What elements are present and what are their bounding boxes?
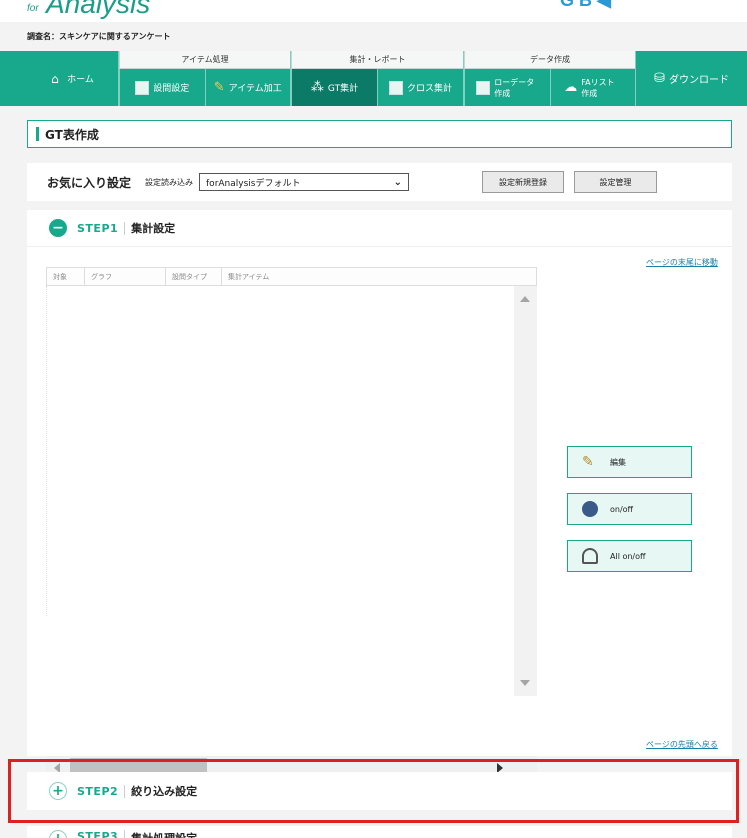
all-onoff-button-label: All on/off	[610, 551, 646, 561]
vertical-scrollbar[interactable]	[514, 286, 537, 696]
edit-button[interactable]: ✎ 編集	[567, 446, 692, 478]
pencil-icon: ✎	[213, 80, 225, 95]
home-icon: ⌂	[51, 71, 59, 86]
scroll-down-icon[interactable]	[520, 680, 530, 686]
nav-group-data: データ作成 ローデータ作成 ☁ FAリスト作成	[464, 51, 636, 106]
step1-title: 集計設定	[131, 222, 176, 235]
nav-download-label: ダウンロード	[668, 75, 729, 86]
nav-group-title: データ作成	[464, 51, 635, 69]
nav-home-label: ホーム	[67, 75, 94, 85]
step3-title: 集計処理設定	[131, 830, 197, 838]
survey-name: 調査名：スキンケアに関するアンケート	[27, 32, 171, 41]
onoff-button[interactable]: on/off	[567, 493, 692, 525]
fa-list-icon: ☁	[564, 80, 578, 95]
toggle-onoff-icon	[582, 501, 598, 517]
step1-header[interactable]: − STEP1 集計設定	[27, 210, 732, 247]
top-header: for Analysis G B ◀	[0, 0, 747, 22]
gt-chart-icon: ⁂	[310, 80, 324, 95]
chevron-down-icon: ⌄	[393, 176, 403, 188]
settings-select[interactable]: forAnalysisデフォルト ⌄	[199, 173, 410, 191]
step1-panel: − STEP1 集計設定 ページの末尾に移動 対象 グラフ 設問タイプ 集計アイ…	[27, 210, 732, 780]
step3-panel[interactable]: + STEP3 集計処理設定	[27, 826, 732, 838]
all-toggle-icon	[582, 548, 598, 564]
raw-data-icon	[476, 80, 491, 95]
manage-settings-button[interactable]: 設定管理	[574, 171, 657, 193]
main-nav: ⌂ ホーム アイテム処理 設問設定 ✎ アイテム加工 集計・レポート ⁂ GT集…	[0, 51, 747, 106]
nav-home-button[interactable]: ⌂ ホーム	[27, 51, 119, 106]
nav-item-label: 設問設定	[153, 84, 190, 94]
nav-download-button[interactable]: ⛁ ダウンロード	[636, 51, 747, 106]
nav-item-processing[interactable]: ✎ アイテム加工	[204, 69, 291, 106]
collapse-icon[interactable]: −	[49, 219, 67, 237]
settings-select-value: forAnalysisデフォルト	[206, 178, 301, 189]
step1-label: STEP1	[77, 221, 126, 235]
nav-fa-list[interactable]: ☁ FAリスト作成	[549, 69, 636, 106]
scroll-up-icon[interactable]	[520, 296, 530, 302]
logo-for-text: for	[27, 3, 39, 14]
edit-button-label: 編集	[610, 457, 626, 467]
download-icon: ⛁	[654, 71, 665, 86]
nav-item-label: アイテム加工	[228, 84, 282, 94]
nav-item-label: クロス集計	[406, 84, 452, 94]
question-settings-icon	[135, 80, 150, 95]
nav-item-label: ローデータ作成	[494, 77, 535, 98]
back-to-top-link[interactable]: ページの先頭へ戻る	[646, 739, 718, 750]
highlight-box	[8, 759, 739, 823]
all-onoff-button[interactable]: All on/off	[567, 540, 692, 572]
nav-question-settings[interactable]: 設問設定	[119, 69, 205, 106]
jump-to-bottom-link[interactable]: ページの末尾に移動	[646, 257, 718, 268]
app-logo: Analysis	[46, 0, 151, 19]
column-header: グラフ	[85, 268, 166, 285]
grid-divider	[46, 286, 47, 616]
tabulation-grid[interactable]: 対象 グラフ 設問タイプ 集計アイテム	[46, 267, 537, 780]
load-settings-label: 設定読み込み	[145, 177, 194, 187]
nav-raw-data[interactable]: ローデータ作成	[464, 69, 550, 106]
expand-icon[interactable]: +	[49, 830, 67, 838]
favorites-label: お気に入り設定	[47, 175, 132, 190]
step3-label: STEP3	[77, 830, 126, 838]
cross-tab-icon	[388, 80, 403, 95]
nav-cross-tabulation[interactable]: クロス集計	[377, 69, 463, 106]
nav-group-title: 集計・レポート	[291, 51, 463, 69]
column-header: 対象	[47, 268, 85, 285]
brand-logo-icon: G B ◀	[560, 0, 611, 10]
page-title: GT表作成	[45, 127, 99, 142]
nav-group-reports: 集計・レポート ⁂ GT集計 クロス集計	[291, 51, 464, 106]
onoff-button-label: on/off	[610, 504, 634, 514]
column-header: 集計アイテム	[228, 272, 270, 281]
nav-gt-tabulation[interactable]: ⁂ GT集計	[291, 69, 377, 106]
grid-header: 対象 グラフ 設問タイプ 集計アイテム	[46, 267, 537, 286]
title-accent-bar	[36, 127, 39, 141]
nav-group-title: アイテム処理	[119, 51, 290, 69]
page-title-box: GT表作成	[27, 120, 732, 148]
column-header: 設問タイプ	[166, 268, 222, 285]
nav-group-item-processing: アイテム処理 設問設定 ✎ アイテム加工	[119, 51, 291, 106]
favorites-panel: お気に入り設定 設定読み込み forAnalysisデフォルト ⌄ 設定新規登録…	[27, 163, 732, 201]
nav-item-label: GT集計	[327, 84, 359, 94]
edit-icon: ✎	[582, 454, 594, 470]
nav-item-label: FAリスト作成	[581, 77, 615, 98]
register-settings-button[interactable]: 設定新規登録	[482, 171, 564, 193]
